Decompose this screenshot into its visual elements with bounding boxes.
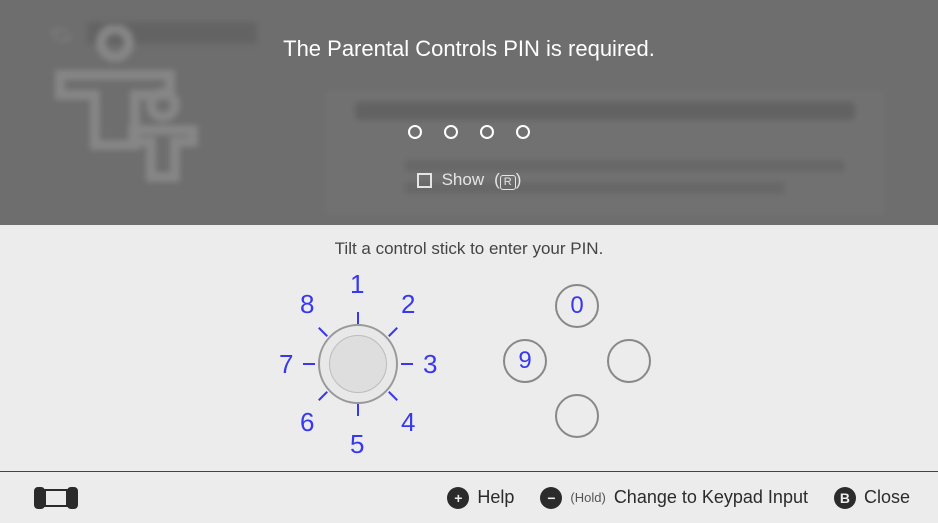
pin-entry-area: Tilt a control stick to enter your PIN. … (0, 225, 938, 471)
pin-dot (480, 125, 494, 139)
left-stick[interactable]: 1 2 3 4 5 6 7 8 (283, 269, 453, 459)
show-label: Show (442, 170, 485, 190)
stick-digit: 1 (350, 269, 364, 300)
stick-digit: 4 (401, 407, 415, 438)
r-button-hint: (R) (494, 170, 521, 190)
plus-icon: + (447, 487, 469, 509)
stick-digit: 7 (279, 349, 293, 380)
stick-graphic-icon (318, 324, 398, 404)
b-button-icon: B (834, 487, 856, 509)
footer-bar: + Help − (Hold) Change to Keypad Input B… (0, 471, 938, 523)
face-button-top: 0 (555, 284, 599, 328)
close-label: Close (864, 487, 910, 508)
face-button-down (555, 394, 599, 438)
stick-digit: 2 (401, 289, 415, 320)
overlay-header: The Parental Controls PIN is required. S… (0, 0, 938, 225)
face-button-left: 9 (503, 339, 547, 383)
pin-dot (408, 125, 422, 139)
checkbox-icon (417, 173, 432, 188)
right-stick[interactable]: 0 9 (500, 269, 670, 459)
pin-dot (444, 125, 458, 139)
stick-digit: 3 (423, 349, 437, 380)
stick-digit: 6 (300, 407, 314, 438)
instruction-text: Tilt a control stick to enter your PIN. (0, 239, 938, 259)
blurred-background (0, 0, 938, 225)
show-pin-toggle[interactable]: Show (R) (0, 170, 938, 190)
pin-dot (516, 125, 530, 139)
help-button[interactable]: + Help (447, 487, 514, 509)
minus-icon: − (540, 487, 562, 509)
hold-hint: (Hold) (570, 490, 605, 505)
change-input-button[interactable]: − (Hold) Change to Keypad Input (540, 487, 808, 509)
change-label: Change to Keypad Input (614, 487, 808, 508)
stick-digit: 5 (350, 429, 364, 460)
face-button-right (607, 339, 651, 383)
pin-indicator (0, 125, 938, 139)
controller-icon[interactable] (34, 487, 78, 509)
help-label: Help (477, 487, 514, 508)
close-button[interactable]: B Close (834, 487, 910, 509)
dialog-title: The Parental Controls PIN is required. (0, 36, 938, 62)
stick-digit: 8 (300, 289, 314, 320)
